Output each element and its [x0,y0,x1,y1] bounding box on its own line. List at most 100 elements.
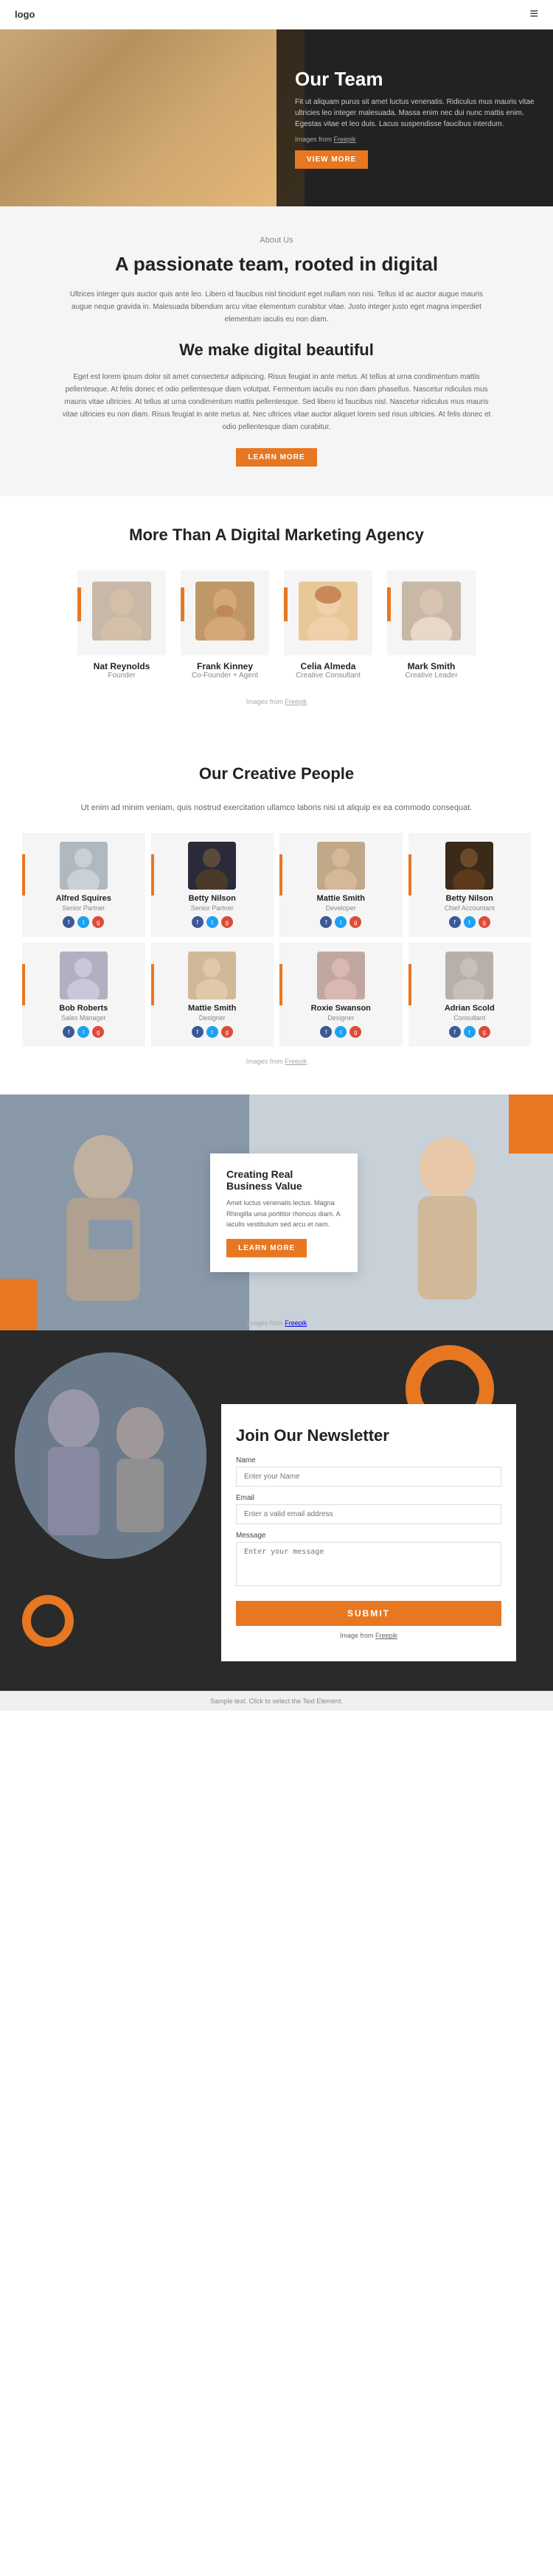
about-subtitle: We make digital beautiful [59,341,494,360]
business-learn-more-button[interactable]: LEARN MORE [226,1238,307,1257]
newsletter-email-field: Email [236,1494,501,1524]
team-freepik-link[interactable]: Freepik [285,698,307,705]
newsletter-section: Join Our Newsletter Name Email Message S… [0,1330,553,1691]
newsletter-content: Join Our Newsletter Name Email Message S… [221,1404,516,1661]
twitter-icon-betty1[interactable]: t [206,916,218,928]
facebook-icon-bob[interactable]: f [63,1026,74,1038]
team-card-inner-frank [181,570,269,655]
facebook-icon-betty1[interactable]: f [192,916,204,928]
facebook-icon-adrian[interactable]: f [449,1026,461,1038]
creative-role-mattie1: Developer [285,904,397,912]
avatar-alfred [60,842,108,890]
learn-more-button[interactable]: LEARN MORE [236,448,316,467]
logo: logo [15,9,35,20]
team-name-celia: Celia Almeda [284,661,372,671]
team-card-inner-celia [284,570,372,655]
creative-name-roxie: Roxie Swanson [285,1004,397,1013]
freepik-link[interactable]: Freepik [334,136,356,143]
newsletter-submit-button[interactable]: SUBMIT [236,1601,501,1626]
creative-name-adrian: Adrian Scold [414,1004,526,1013]
team-card-celia: Celia Almeda Creative Consultant [276,563,380,687]
creative-role-roxie: Designer [285,1014,397,1022]
twitter-icon-mattie1[interactable]: t [335,916,347,928]
creative-card-mattie2: Mattie Smith Designer f t g [151,943,274,1047]
navbar: logo ≡ [0,0,553,29]
team-grid: Nat Reynolds Founder Frank Kinney Co-Fou… [22,563,531,687]
view-more-button[interactable]: VIEW MORE [295,150,368,169]
newsletter-email-input[interactable] [236,1504,501,1524]
google-icon-alfred[interactable]: g [92,916,104,928]
social-icons-betty2: f t g [414,916,526,928]
avatar-nat [92,582,151,640]
facebook-icon-roxie[interactable]: f [320,1026,332,1038]
business-card: Creating Real Business Value Amet luctus… [210,1153,358,1271]
avatar-bob [60,952,108,999]
google-icon-bob[interactable]: g [92,1026,104,1038]
avatar-celia [299,582,358,640]
team-name-nat: Nat Reynolds [77,661,166,671]
creative-name-alfred: Alfred Squires [28,894,139,903]
team-role-nat: Founder [77,671,166,680]
creative-image-source: Images from Freepik [22,1058,531,1065]
creative-freepik-link[interactable]: Freepik [285,1058,307,1065]
team-card-frank: Frank Kinney Co-Founder + Agent [173,563,276,687]
team-card-nat: Nat Reynolds Founder [70,563,173,687]
footer-text: Sample text. Click to select the Text El… [210,1697,343,1705]
team-image-source: Images from Freepik [22,698,531,705]
facebook-icon-betty2[interactable]: f [449,916,461,928]
team-name-mark: Mark Smith [387,661,476,671]
team-section-title: More Than A Digital Marketing Agency [22,526,531,545]
newsletter-name-field: Name [236,1456,501,1487]
creative-role-betty1: Senior Partner [157,904,268,912]
newsletter-freepik-link[interactable]: Freepik [375,1632,397,1639]
facebook-icon-alfred[interactable]: f [63,916,74,928]
newsletter-message-label: Message [236,1532,501,1540]
avatar-mattie2 [188,952,236,999]
newsletter-bg-circle-bottom [22,1595,74,1647]
creative-role-adrian: Consultant [414,1014,526,1022]
creative-section-desc: Ut enim ad minim veniam, quis nostrud ex… [22,802,531,815]
team-role-mark: Creative Leader [387,671,476,680]
team-card-mark: Mark Smith Creative Leader [380,563,483,687]
creative-role-betty2: Chief Accountant [414,904,526,912]
team-card-inner-nat [77,570,166,655]
facebook-icon-mattie1[interactable]: f [320,916,332,928]
google-icon-mattie2[interactable]: g [221,1026,233,1038]
business-card-title: Creating Real Business Value [226,1168,341,1192]
social-icons-alfred: f t g [28,916,139,928]
twitter-icon-alfred[interactable]: t [77,916,89,928]
creative-name-betty1: Betty Nilson [157,894,268,903]
team-role-frank: Co-Founder + Agent [181,671,269,680]
about-title: A passionate team, rooted in digital [59,252,494,277]
creative-role-alfred: Senior Partner [28,904,139,912]
hero-image-source: Images from Freepik [295,136,535,143]
avatar-frank [195,582,254,640]
google-icon-betty1[interactable]: g [221,916,233,928]
newsletter-name-input[interactable] [236,1467,501,1487]
social-icons-bob: f t g [28,1026,139,1038]
google-icon-roxie[interactable]: g [349,1026,361,1038]
newsletter-message-textarea[interactable] [236,1542,501,1586]
facebook-icon-mattie2[interactable]: f [192,1026,204,1038]
twitter-icon-mattie2[interactable]: t [206,1026,218,1038]
google-icon-adrian[interactable]: g [479,1026,490,1038]
team-card-inner-mark [387,570,476,655]
hero-section: Our Team Fit ut aliquam purus sit amet l… [0,29,553,206]
google-icon-mattie1[interactable]: g [349,916,361,928]
avatar-mattie1 [317,842,365,890]
creative-card-mattie1: Mattie Smith Developer f t g [279,833,403,937]
business-freepik-link[interactable]: Freepik [285,1319,307,1327]
about-text1: Ultrices integer quis auctor quis ante l… [59,288,494,326]
business-card-text: Amet luctus venenatis lectus. Magna Rhin… [226,1198,341,1229]
avatar-adrian [445,952,493,999]
social-icons-roxie: f t g [285,1026,397,1038]
team-section: More Than A Digital Marketing Agency Nat… [0,496,553,735]
about-text2: Eget est lorem ipsum dolor sit amet cons… [59,371,494,433]
menu-icon[interactable]: ≡ [529,6,538,23]
google-icon-betty2[interactable]: g [479,916,490,928]
creative-name-mattie2: Mattie Smith [157,1004,268,1013]
twitter-icon-adrian[interactable]: t [464,1026,476,1038]
twitter-icon-roxie[interactable]: t [335,1026,347,1038]
twitter-icon-bob[interactable]: t [77,1026,89,1038]
twitter-icon-betty2[interactable]: t [464,916,476,928]
